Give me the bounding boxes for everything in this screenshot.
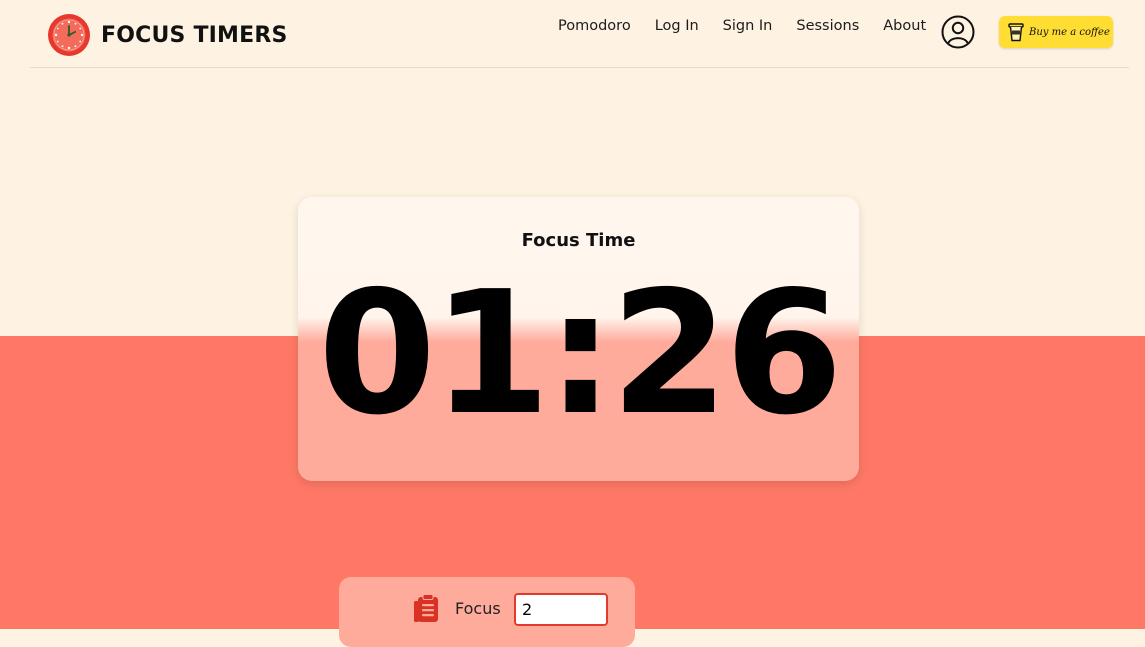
nav-item-sign-in[interactable]: Sign In	[723, 18, 773, 34]
nav-item-sessions[interactable]: Sessions	[796, 18, 859, 34]
tomato-clock-icon	[48, 14, 90, 56]
clipboard-list-icon	[414, 594, 438, 622]
focus-label: Focus	[455, 599, 501, 618]
focus-number-input[interactable]	[514, 593, 608, 626]
nav-item-about[interactable]: About	[883, 18, 926, 34]
user-account-icon[interactable]	[941, 15, 975, 49]
logo[interactable]: FOCUS TIMERS	[47, 13, 288, 57]
coffee-cup-icon	[1008, 23, 1024, 42]
buy-me-a-coffee-button[interactable]: Buy me a coffee	[999, 16, 1113, 48]
nav-item-log-in[interactable]: Log In	[655, 18, 699, 34]
timer-card: Focus Time 01:26	[298, 197, 859, 481]
nav-item-pomodoro[interactable]: Pomodoro	[558, 18, 631, 34]
timer-label: Focus Time	[521, 230, 636, 251]
settings-panel: Focus	[339, 577, 635, 647]
coffee-button-label: Buy me a coffee	[1029, 26, 1110, 38]
brand-title: FOCUS TIMERS	[101, 22, 288, 48]
timer-display: 01:26	[317, 255, 843, 453]
header: FOCUS TIMERS Pomodoro Log In Sign In Ses…	[30, 0, 1129, 68]
main-nav: Pomodoro Log In Sign In Sessions About	[558, 18, 950, 34]
